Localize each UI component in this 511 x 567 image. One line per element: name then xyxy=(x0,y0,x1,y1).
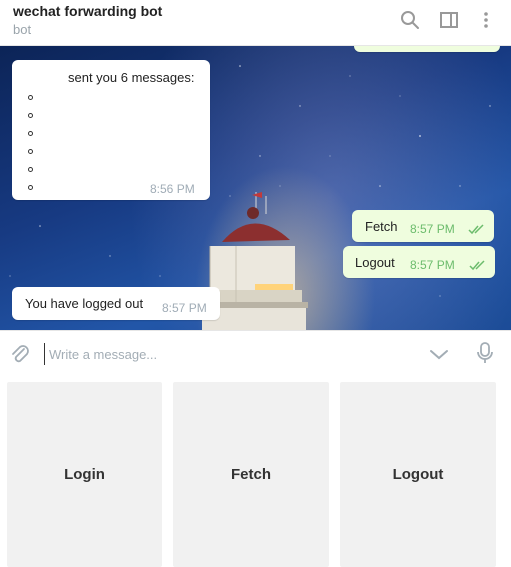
incoming-list-message[interactable]: sent you 6 messages: 8:56 PM xyxy=(12,60,210,200)
outgoing-message-fetch[interactable]: Fetch 8:57 PM xyxy=(352,210,494,242)
incoming-message-logged-out[interactable]: You have logged out 8:57 PM xyxy=(12,287,220,320)
hide-keyboard-chevron-icon[interactable] xyxy=(427,342,451,366)
keyboard-button-login[interactable]: Login xyxy=(7,382,162,567)
message-time: 8:57 PM xyxy=(410,222,455,236)
keyboard-button-fetch[interactable]: Fetch xyxy=(173,382,329,567)
microphone-icon[interactable] xyxy=(473,341,497,365)
chat-header: wechat forwarding bot bot xyxy=(0,0,511,46)
bot-keyboard: Login Fetch Logout xyxy=(0,376,511,567)
list-bullet xyxy=(28,113,33,118)
list-bullet xyxy=(28,167,33,172)
list-bullet xyxy=(28,149,33,154)
sidebar-toggle-icon[interactable] xyxy=(437,8,461,32)
message-input[interactable] xyxy=(44,343,404,365)
message-composer xyxy=(0,330,511,376)
keyboard-button-logout[interactable]: Logout xyxy=(340,382,496,567)
message-text: You have logged out xyxy=(25,296,144,311)
message-text: sent you 6 messages: xyxy=(68,70,195,85)
message-text: Fetch xyxy=(365,219,398,234)
more-icon[interactable] xyxy=(474,8,498,32)
list-bullet xyxy=(28,95,33,100)
chat-subtitle: bot xyxy=(13,22,32,37)
previous-message-bubble xyxy=(354,46,500,52)
search-icon[interactable] xyxy=(398,8,422,32)
read-ticks-icon xyxy=(469,260,485,271)
chat-window: wechat forwarding bot bot sent you 6 mes… xyxy=(0,0,511,567)
message-history[interactable]: sent you 6 messages: 8:56 PM Fetch 8:57 … xyxy=(0,46,511,330)
list-bullet xyxy=(28,185,33,190)
outgoing-message-logout[interactable]: Logout 8:57 PM xyxy=(343,246,495,278)
attach-icon[interactable] xyxy=(8,342,32,366)
list-bullet xyxy=(28,131,33,136)
message-time: 8:57 PM xyxy=(162,301,207,315)
read-ticks-icon xyxy=(468,224,484,235)
message-time: 8:56 PM xyxy=(150,182,195,196)
chat-title[interactable]: wechat forwarding bot xyxy=(13,3,162,19)
message-text: Logout xyxy=(355,255,395,270)
message-time: 8:57 PM xyxy=(410,258,455,272)
